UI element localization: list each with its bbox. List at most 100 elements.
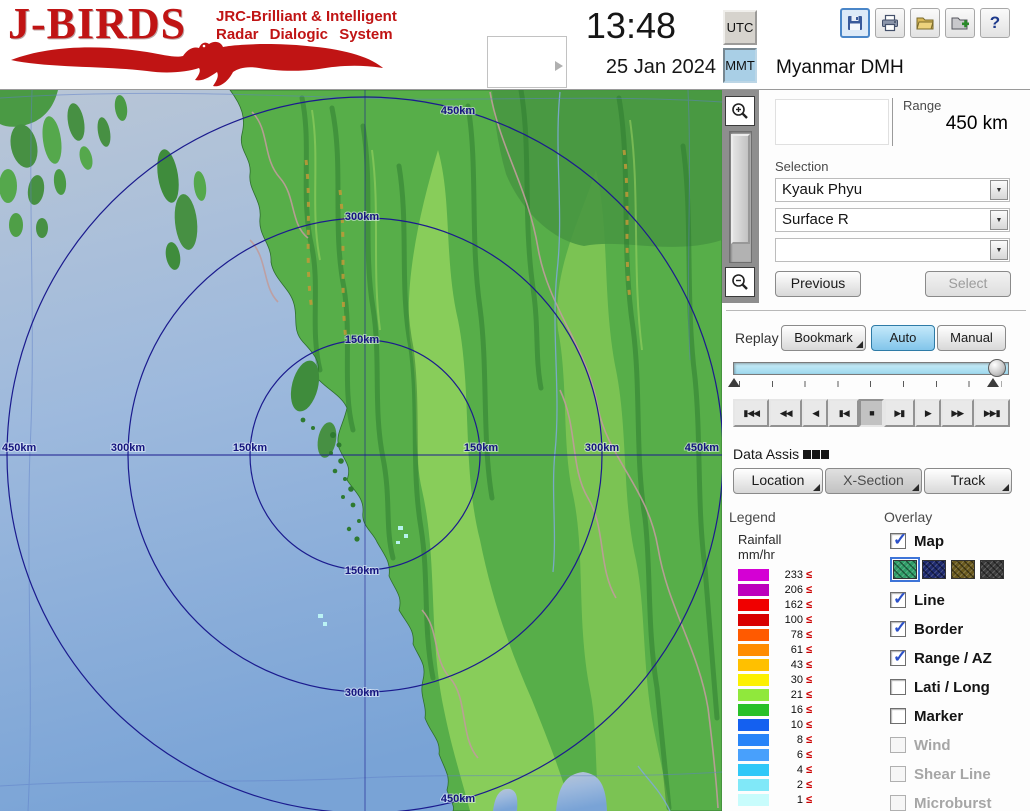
utc-toggle-button[interactable]: UTC	[723, 10, 757, 45]
checkbox[interactable]	[890, 766, 906, 782]
legend-color-swatch	[738, 734, 769, 746]
dropdown-value: Kyauk Phyu	[782, 179, 862, 201]
checkbox[interactable]	[890, 737, 906, 753]
overlay-item[interactable]: Border	[890, 619, 992, 639]
overlay-item[interactable]: Map	[890, 531, 944, 551]
lte-symbol: ≤	[806, 584, 812, 596]
overlay-map-row: Map	[890, 531, 944, 560]
svg-text:300km: 300km	[345, 687, 379, 699]
selection-dropdown[interactable]: Kyauk Phyu ▼	[775, 178, 1010, 202]
zoom-scrollbar-track[interactable]	[729, 131, 752, 263]
replay-timeline-slider[interactable]	[733, 362, 1009, 375]
svg-text:300km: 300km	[585, 442, 619, 454]
zoom-out-icon	[730, 272, 750, 292]
legend-color-swatch	[738, 764, 769, 776]
map-style-swatch[interactable]	[951, 560, 975, 579]
header-bar: J-BIRDS JRC-Brilliant & Intelligent Rada…	[0, 0, 1030, 90]
bookmark-button[interactable]: Bookmark	[781, 325, 866, 351]
overlay-item-label: Range / AZ	[914, 650, 992, 667]
lte-symbol: ≤	[806, 764, 812, 776]
overlay-item-label: Shear Line	[914, 766, 991, 783]
overlay-item-label: Lati / Long	[914, 679, 990, 696]
legend-value: 78	[772, 629, 803, 641]
legend-color-swatch	[738, 719, 769, 731]
export-button[interactable]	[945, 8, 975, 38]
eagle-logo-icon	[2, 38, 392, 88]
lte-symbol: ≤	[806, 734, 812, 746]
rainfall-legend: 233 ≤ 206 ≤ 162 ≤ 100	[738, 567, 812, 807]
playback-button[interactable]: ▶▮	[884, 399, 915, 427]
overlay-item[interactable]: Shear Line	[890, 764, 992, 784]
zoom-in-icon	[730, 101, 750, 121]
track-button-label: Track	[951, 472, 985, 488]
station-title: Myanmar DMH	[776, 57, 904, 79]
chevron-down-icon[interactable]: ▼	[990, 210, 1008, 230]
select-button[interactable]: Select	[925, 271, 1011, 297]
chevron-down-icon[interactable]: ▼	[990, 240, 1008, 260]
radar-map-viewport[interactable]: 450km 300km 150km 150km 300km 450km 450k…	[0, 90, 722, 811]
previous-button[interactable]: Previous	[775, 271, 861, 297]
help-icon: ?	[990, 13, 1000, 33]
folder-open-icon	[915, 13, 935, 33]
overlay-item[interactable]: Wind	[890, 735, 992, 755]
checkbox[interactable]	[890, 708, 906, 724]
overlay-item[interactable]: Lati / Long	[890, 677, 992, 697]
legend-color-swatch	[738, 644, 769, 656]
chevron-down-icon[interactable]: ▼	[990, 180, 1008, 200]
zoom-scrollbar-thumb[interactable]	[731, 134, 750, 244]
overlay-item[interactable]: Line	[890, 590, 992, 610]
svg-text:150km: 150km	[345, 334, 379, 346]
auto-replay-button[interactable]: Auto	[871, 325, 935, 351]
checkbox[interactable]	[890, 650, 906, 666]
lte-symbol: ≤	[806, 794, 812, 806]
selection-label: Selection	[775, 159, 828, 174]
legend-row: 21 ≤	[738, 687, 812, 702]
svg-text:450km: 450km	[441, 105, 475, 117]
playback-button[interactable]: ▮◀	[828, 399, 859, 427]
track-button[interactable]: Track	[924, 468, 1012, 494]
overlay-item[interactable]: Marker	[890, 706, 992, 726]
selection-dropdown[interactable]: Surface R ▼	[775, 208, 1010, 232]
data-assist-label: Data Assis	[733, 446, 799, 462]
map-style-swatch[interactable]	[893, 560, 917, 579]
timeline-end-marker[interactable]	[987, 378, 999, 387]
legend-row: 8 ≤	[738, 732, 812, 747]
open-folder-button[interactable]	[910, 8, 940, 38]
checkbox[interactable]	[890, 533, 906, 549]
checkbox[interactable]	[890, 679, 906, 695]
legend-unit-line2: mm/hr	[738, 547, 781, 562]
checkbox[interactable]	[890, 621, 906, 637]
lte-symbol: ≤	[806, 704, 812, 716]
checkbox[interactable]	[890, 592, 906, 608]
data-assist-block	[821, 450, 829, 459]
manual-replay-button[interactable]: Manual	[937, 325, 1006, 351]
overlay-item[interactable]: Microburst	[890, 793, 992, 811]
playback-button[interactable]: ■	[859, 399, 884, 427]
legend-value: 10	[772, 719, 803, 731]
zoom-in-button[interactable]	[725, 96, 755, 126]
save-button[interactable]	[840, 8, 870, 38]
range-value: 450 km	[872, 113, 1008, 135]
playback-button[interactable]: ▶	[915, 399, 942, 427]
replay-slider-thumb[interactable]	[988, 359, 1006, 377]
map-style-swatch[interactable]	[980, 560, 1004, 579]
print-button[interactable]	[875, 8, 905, 38]
checkbox[interactable]	[890, 795, 906, 811]
playback-button[interactable]: ◀	[802, 399, 829, 427]
overlay-item[interactable]: Range / AZ	[890, 648, 992, 668]
help-button[interactable]: ?	[980, 8, 1010, 38]
location-button[interactable]: Location	[733, 468, 823, 494]
zoom-out-button[interactable]	[725, 267, 755, 297]
legend-row: 233 ≤	[738, 567, 812, 582]
playback-button[interactable]: ▮◀◀	[733, 399, 769, 427]
timeline-start-marker[interactable]	[728, 378, 740, 387]
data-assist-row: Data Assis	[733, 446, 829, 462]
selection-dropdown[interactable]: ▼	[775, 238, 1010, 262]
playback-button[interactable]: ▶▶	[941, 399, 973, 427]
playback-button[interactable]: ▶▶▮	[974, 399, 1010, 427]
playback-button[interactable]: ◀◀	[769, 399, 801, 427]
map-style-swatch[interactable]	[922, 560, 946, 579]
x-section-button[interactable]: X-Section	[825, 468, 922, 494]
mmt-toggle-button[interactable]: MMT	[723, 48, 757, 83]
legend-color-swatch	[738, 569, 769, 581]
